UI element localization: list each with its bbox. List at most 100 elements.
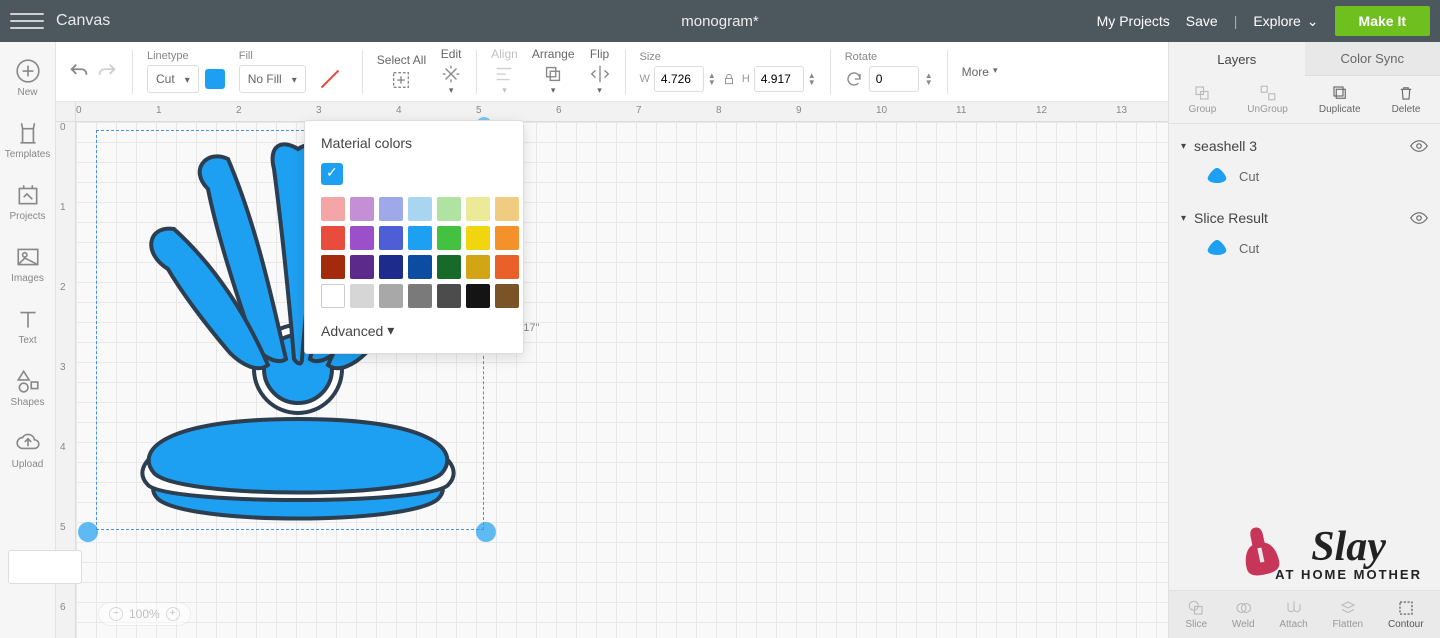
edit-button[interactable]: Edit ▾: [440, 47, 462, 96]
more-button[interactable]: More ▾: [962, 65, 998, 79]
flip-button[interactable]: Flip ▾: [589, 47, 611, 96]
resize-handle[interactable]: [476, 522, 496, 542]
weld-button[interactable]: Weld: [1232, 599, 1255, 630]
duplicate-button[interactable]: Duplicate: [1319, 84, 1361, 115]
current-color-swatch[interactable]: [321, 163, 343, 185]
visibility-icon[interactable]: [1410, 139, 1428, 153]
color-swatch[interactable]: [379, 255, 403, 279]
height-stepper[interactable]: ▲▼: [808, 72, 816, 86]
visibility-icon[interactable]: [1410, 211, 1428, 225]
color-swatch[interactable]: [466, 197, 490, 221]
color-swatch[interactable]: [379, 197, 403, 221]
rotate-stepper[interactable]: ▲▼: [925, 72, 933, 86]
color-swatch[interactable]: [466, 284, 490, 308]
contour-button[interactable]: Contour: [1388, 599, 1424, 630]
more-label: More: [962, 65, 989, 79]
zoom-control[interactable]: − 100% +: [98, 602, 191, 626]
fill-dropdown[interactable]: No Fill: [239, 65, 306, 93]
projects-button[interactable]: Projects: [0, 176, 55, 228]
color-swatch[interactable]: [379, 226, 403, 250]
color-swatch[interactable]: [437, 226, 461, 250]
ruler-tick: 0: [60, 122, 66, 133]
color-swatch[interactable]: [466, 226, 490, 250]
chevron-down-icon: ▾: [597, 85, 602, 96]
blank-document-button[interactable]: [8, 550, 82, 584]
color-swatch[interactable]: [321, 255, 345, 279]
linetype-swatch[interactable]: [205, 69, 225, 89]
zoom-value: 100%: [129, 607, 160, 621]
color-swatch[interactable]: [321, 284, 345, 308]
color-swatch[interactable]: [408, 197, 432, 221]
upload-button[interactable]: Upload: [0, 424, 55, 476]
color-swatch[interactable]: [437, 284, 461, 308]
new-button[interactable]: New: [0, 52, 55, 104]
layer-child[interactable]: Cut: [1181, 226, 1428, 266]
color-swatch[interactable]: [437, 255, 461, 279]
color-swatch[interactable]: [408, 255, 432, 279]
layer-header[interactable]: ▾seashell 3: [1181, 138, 1428, 154]
delete-button[interactable]: Delete: [1392, 84, 1421, 115]
color-swatch[interactable]: [495, 226, 519, 250]
canvas-area[interactable]: 012345678910111213 0123456: [56, 102, 1168, 638]
align-button[interactable]: Align ▾: [491, 47, 518, 96]
tab-layers[interactable]: Layers: [1169, 42, 1305, 76]
color-swatch[interactable]: [321, 197, 345, 221]
projects-label: Projects: [9, 211, 45, 222]
color-swatch[interactable]: [408, 284, 432, 308]
height-input[interactable]: [754, 66, 804, 92]
flatten-icon: [1338, 599, 1358, 617]
color-swatch[interactable]: [350, 197, 374, 221]
templates-button[interactable]: Templates: [0, 114, 55, 166]
no-fill-icon[interactable]: [312, 65, 348, 93]
lock-icon[interactable]: [722, 72, 736, 86]
rotate-input[interactable]: [869, 66, 919, 92]
shapes-button[interactable]: Shapes: [0, 362, 55, 414]
align-label: Align: [491, 47, 518, 61]
menu-icon[interactable]: [10, 4, 44, 38]
color-swatch[interactable]: [350, 284, 374, 308]
document-title[interactable]: monogram*: [681, 13, 759, 30]
explore-label: Explore: [1253, 13, 1300, 29]
width-stepper[interactable]: ▲▼: [708, 72, 716, 86]
color-swatch[interactable]: [466, 255, 490, 279]
layer-header[interactable]: ▾Slice Result: [1181, 210, 1428, 226]
explore-dropdown[interactable]: Explore ⌄: [1253, 13, 1318, 30]
ruler-tick: 6: [60, 602, 66, 613]
color-swatch[interactable]: [321, 226, 345, 250]
layer-child[interactable]: Cut: [1181, 154, 1428, 194]
linetype-dropdown[interactable]: Cut: [147, 65, 199, 93]
tab-colorsync[interactable]: Color Sync: [1305, 42, 1440, 76]
width-input[interactable]: [654, 66, 704, 92]
arrange-button[interactable]: Arrange ▾: [532, 47, 575, 96]
redo-icon[interactable]: [96, 61, 118, 83]
my-projects-link[interactable]: My Projects: [1097, 13, 1170, 29]
watermark-brand: Slay: [1275, 523, 1422, 571]
color-swatch[interactable]: [350, 226, 374, 250]
rotate-icon[interactable]: [845, 70, 863, 88]
save-button[interactable]: Save: [1186, 13, 1218, 29]
select-all-button[interactable]: Select All: [377, 53, 426, 91]
zoom-in-button[interactable]: +: [166, 607, 180, 621]
advanced-toggle[interactable]: Advanced ▾: [321, 322, 507, 339]
ruler-tick: 12: [1036, 105, 1047, 116]
zoom-out-button[interactable]: −: [109, 607, 123, 621]
flatten-button[interactable]: Flatten: [1333, 599, 1364, 630]
color-swatch[interactable]: [495, 255, 519, 279]
slice-button[interactable]: Slice: [1185, 599, 1207, 630]
ungroup-button[interactable]: UnGroup: [1247, 84, 1288, 115]
make-it-button[interactable]: Make It: [1335, 6, 1430, 36]
color-swatch[interactable]: [408, 226, 432, 250]
images-label: Images: [11, 273, 44, 284]
color-swatch[interactable]: [379, 284, 403, 308]
attach-button[interactable]: Attach: [1279, 599, 1307, 630]
attach-icon: [1284, 599, 1304, 617]
images-button[interactable]: Images: [0, 238, 55, 290]
color-swatch[interactable]: [495, 197, 519, 221]
undo-icon[interactable]: [68, 61, 90, 83]
rotate-handle[interactable]: [78, 522, 98, 542]
text-button[interactable]: Text: [0, 300, 55, 352]
color-swatch[interactable]: [437, 197, 461, 221]
color-swatch[interactable]: [495, 284, 519, 308]
group-button[interactable]: Group: [1189, 84, 1217, 115]
color-swatch[interactable]: [350, 255, 374, 279]
